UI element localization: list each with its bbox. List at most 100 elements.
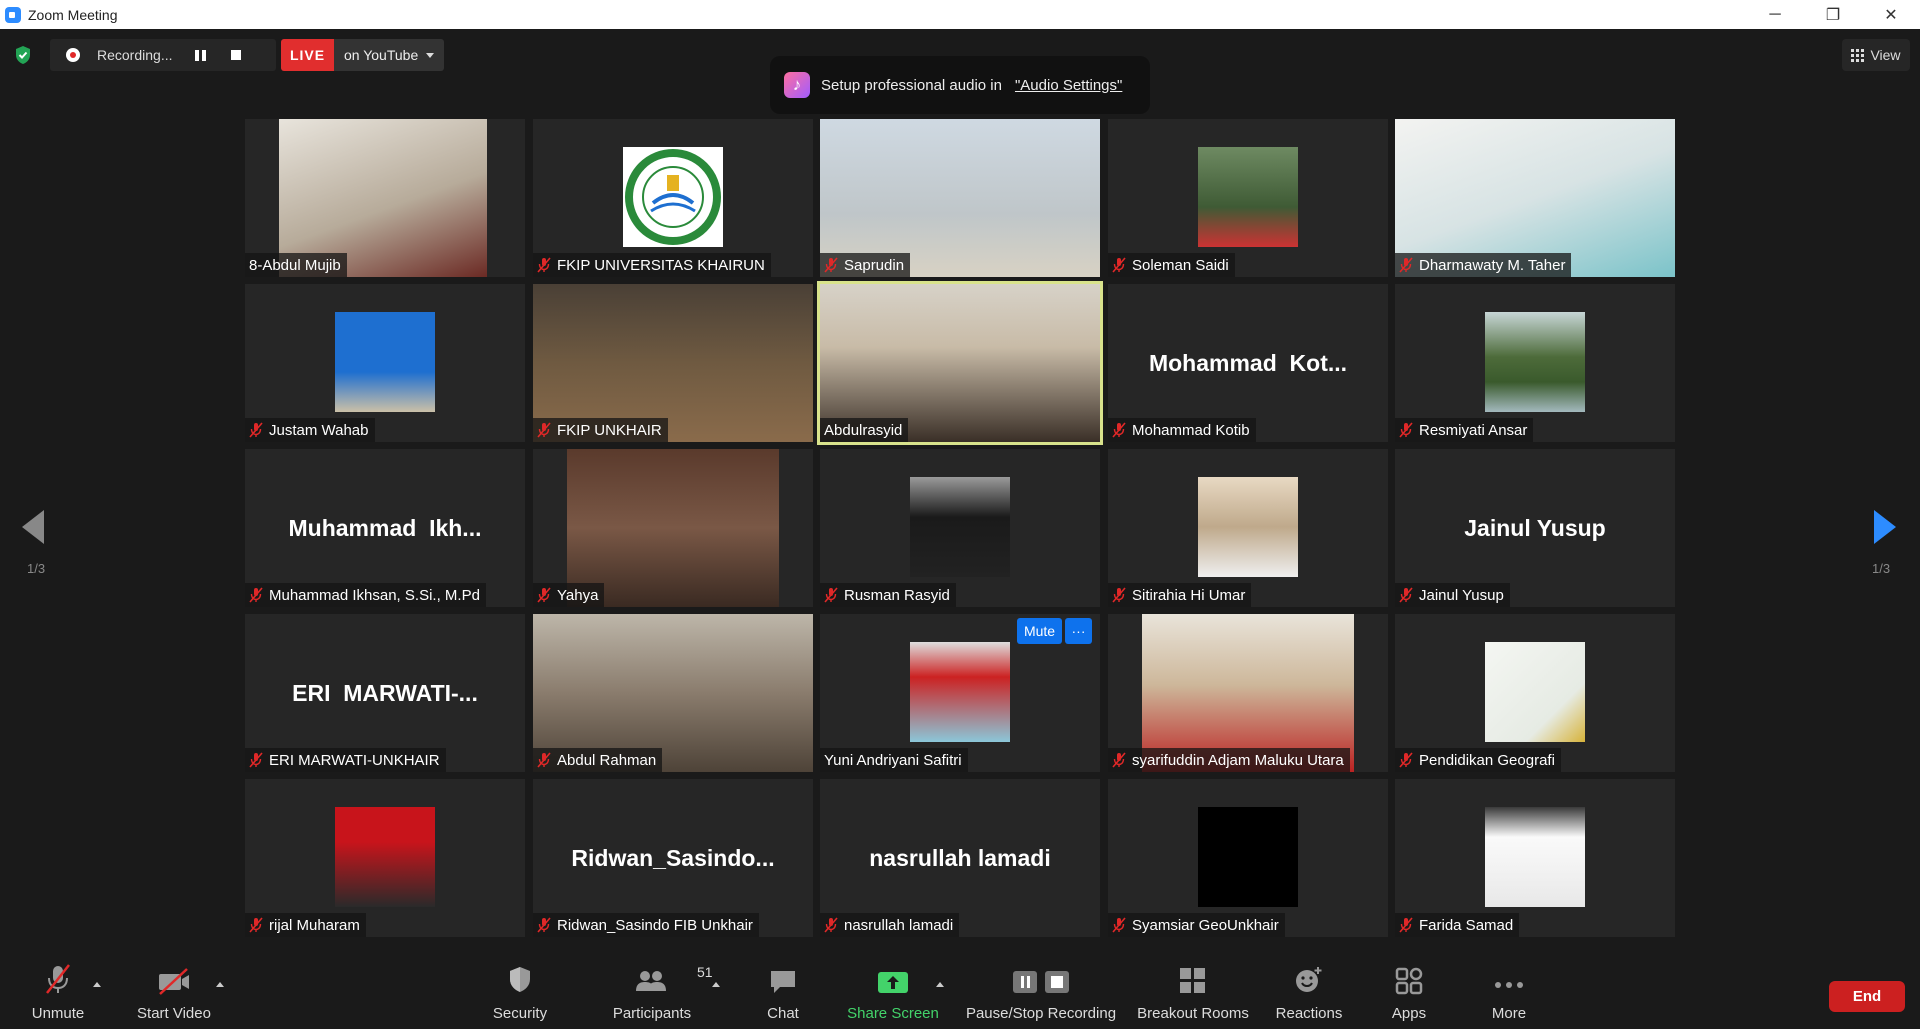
arrow-right-icon [1874, 510, 1896, 544]
more-label: More [1491, 1005, 1527, 1022]
share-screen-button[interactable]: Share Screen [846, 955, 940, 1029]
participant-tile[interactable]: syarifuddin Adjam Maluku Utara [1108, 614, 1388, 772]
participant-tile[interactable]: FKIP UNIVERSITAS KHAIRUN [533, 119, 813, 277]
participant-name: Abdulrasyid [824, 421, 903, 439]
participant-name-label: Justam Wahab [245, 418, 375, 442]
arrow-left-icon [22, 510, 44, 544]
participants-options-caret-icon[interactable] [712, 982, 720, 987]
close-button[interactable]: ✕ [1862, 0, 1920, 29]
muted-mic-icon [537, 752, 551, 768]
participant-tile[interactable]: Resmiyati Ansar [1395, 284, 1675, 442]
minimize-button[interactable]: ─ [1746, 0, 1804, 29]
participant-name-label: Mohammad Kotib [1108, 418, 1256, 442]
profile-picture [1198, 807, 1298, 907]
participant-tile[interactable]: Dharmawaty M. Taher [1395, 119, 1675, 277]
participant-tile[interactable]: Sitirahia Hi Umar [1108, 449, 1388, 607]
window-controls: ─ ❐ ✕ [1746, 0, 1920, 29]
profile-picture [910, 642, 1010, 742]
previous-page-button[interactable] [22, 510, 44, 544]
participant-tile[interactable]: rijal Muharam [245, 779, 525, 937]
unmute-button[interactable]: Unmute [22, 955, 94, 1029]
apps-button[interactable]: Apps [1389, 955, 1429, 1029]
chat-button[interactable]: Chat [758, 955, 808, 1029]
more-button[interactable]: More [1484, 955, 1534, 1029]
page-indicator-right: 1/3 [1872, 561, 1891, 576]
participant-name: Justam Wahab [269, 421, 369, 439]
muted-mic-icon [537, 587, 551, 603]
participant-tile[interactable]: Abdul Rahman [533, 614, 813, 772]
participant-name-label: Yahya [533, 583, 605, 607]
recording-dot-icon [66, 48, 80, 62]
participant-tile[interactable]: ERI MARWATI-... ERI MARWATI-UNKHAIR [245, 614, 525, 772]
mute-participant-button[interactable]: Mute [1017, 618, 1062, 644]
participant-tile[interactable]: Yahya [533, 449, 813, 607]
participant-tile[interactable]: Soleman Saidi [1108, 119, 1388, 277]
participant-tile[interactable]: FKIP UNKHAIR [533, 284, 813, 442]
participant-name-label: Abdulrasyid [820, 418, 909, 442]
participant-tile[interactable]: Pendidikan Geografi [1395, 614, 1675, 772]
reactions-button[interactable]: Reactions [1273, 955, 1345, 1029]
stop-recording-icon[interactable] [231, 50, 241, 60]
restore-button[interactable]: ❐ [1804, 0, 1862, 29]
participant-tile[interactable]: 8-Abdul Mujib [245, 119, 525, 277]
profile-picture [1485, 807, 1585, 907]
participant-name-label: FKIP UNKHAIR [533, 418, 668, 442]
audio-options-caret-icon[interactable] [93, 982, 101, 987]
participant-tile[interactable]: Ridwan_Sasindo... Ridwan_Sasindo FIB Unkh… [533, 779, 813, 937]
participant-name: Pendidikan Geografi [1419, 751, 1555, 769]
window-titlebar: Zoom Meeting ─ ❐ ✕ [0, 0, 1920, 29]
participant-name-label: syarifuddin Adjam Maluku Utara [1108, 748, 1350, 772]
security-button[interactable]: Security [484, 955, 556, 1029]
participant-name: FKIP UNKHAIR [557, 421, 662, 439]
participants-icon: 51 [634, 955, 713, 995]
live-stream-indicator[interactable]: LIVE on YouTube [281, 39, 445, 71]
participant-tile[interactable]: Jainul Yusup Jainul Yusup [1395, 449, 1675, 607]
video-options-caret-icon[interactable] [216, 982, 224, 987]
participant-more-options-button[interactable]: ··· [1065, 618, 1092, 644]
muted-mic-icon [537, 422, 551, 438]
more-dots-icon [1494, 955, 1524, 995]
muted-mic-icon [249, 752, 263, 768]
security-shield-icon [507, 955, 533, 995]
participant-tile[interactable]: nasrullah lamadi nasrullah lamadi [820, 779, 1100, 937]
participant-name-label: FKIP UNIVERSITAS KHAIRUN [533, 253, 771, 277]
participant-tile[interactable]: Farida Samad [1395, 779, 1675, 937]
participant-tile[interactable]: Rusman Rasyid [820, 449, 1100, 607]
participant-tile[interactable]: Yuni Andriyani Safitri Mute ··· [820, 614, 1100, 772]
window-title: Zoom Meeting [28, 6, 118, 23]
participant-tile[interactable]: Abdulrasyid [817, 281, 1103, 445]
participant-tile[interactable]: Justam Wahab [245, 284, 525, 442]
next-page-button[interactable] [1874, 510, 1896, 544]
breakout-rooms-button[interactable]: Breakout Rooms [1135, 955, 1251, 1029]
start-video-button[interactable]: Start Video [129, 955, 219, 1029]
live-target-dropdown[interactable]: on YouTube [334, 39, 445, 71]
audio-settings-link[interactable]: "Audio Settings" [1015, 77, 1122, 94]
participant-name-label: rijal Muharam [245, 913, 366, 937]
profile-picture [1485, 642, 1585, 742]
participants-count: 51 [697, 964, 713, 980]
participant-name-label: Jainul Yusup [1395, 583, 1510, 607]
caret-down-icon [426, 52, 435, 58]
participant-name: Ridwan_Sasindo FIB Unkhair [557, 916, 753, 934]
participants-button[interactable]: 51 Participants [606, 955, 713, 1029]
participant-name-label: Saprudin [820, 253, 911, 277]
pause-stop-recording-button[interactable]: Pause/Stop Recording [963, 955, 1119, 1029]
participant-name: Farida Samad [1419, 916, 1514, 934]
participant-tile[interactable]: Syamsiar GeoUnkhair [1108, 779, 1388, 937]
participant-tile[interactable]: Saprudin [820, 119, 1100, 277]
muted-mic-icon [824, 587, 838, 603]
pause-recording-icon[interactable] [195, 48, 209, 62]
participant-name-label: Abdul Rahman [533, 748, 663, 772]
encryption-shield-icon[interactable] [14, 45, 32, 65]
participant-tile[interactable]: Muhammad Ikh... Muhammad Ikhsan, S.Si., M… [245, 449, 525, 607]
view-button[interactable]: View [1842, 39, 1910, 71]
end-meeting-button[interactable]: End [1829, 981, 1905, 1012]
participant-name-label: Pendidikan Geografi [1395, 748, 1561, 772]
apps-icon [1395, 955, 1423, 995]
share-options-caret-icon[interactable] [936, 982, 944, 987]
participant-name-label: 8-Abdul Mujib [245, 253, 347, 277]
participant-name-label: Resmiyati Ansar [1395, 418, 1534, 442]
participant-name: Mohammad Kotib [1132, 421, 1250, 439]
muted-mic-icon [1399, 587, 1413, 603]
participant-tile[interactable]: Mohammad Kot... Mohammad Kotib [1108, 284, 1388, 442]
